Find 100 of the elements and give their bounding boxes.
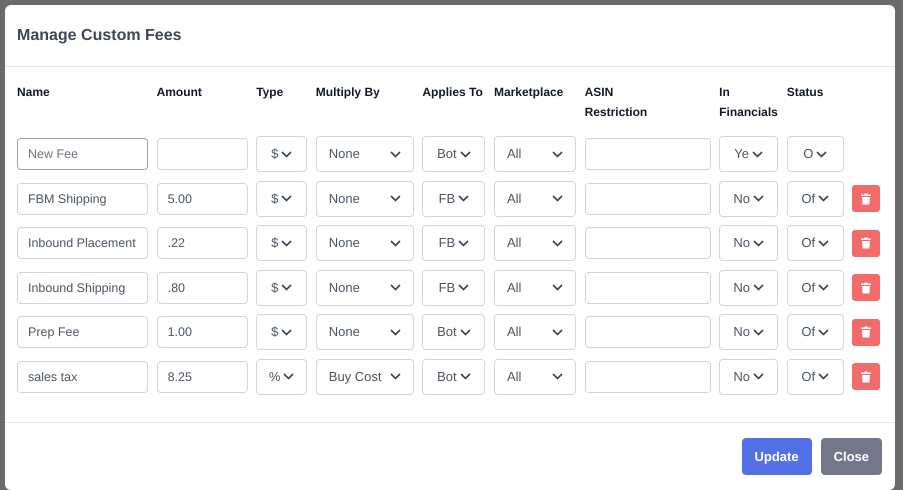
text-field[interactable]: 8.25	[156, 360, 248, 392]
text-field[interactable]: New Fee	[17, 138, 148, 170]
chevron-down-icon	[458, 240, 470, 246]
trash-icon	[861, 237, 872, 249]
chevron-down-icon	[390, 328, 401, 336]
text-field[interactable]	[584, 182, 711, 214]
chevron-down-icon	[816, 150, 828, 158]
chevron-down-icon	[752, 195, 764, 202]
trash-icon	[861, 370, 872, 382]
text-field[interactable]: Inbound Placement	[17, 227, 148, 259]
text-field[interactable]	[584, 138, 711, 170]
chevron-down-icon	[552, 240, 563, 246]
text-field[interactable]: .22	[156, 227, 248, 259]
text-field[interactable]: FBM Shipping	[17, 182, 148, 214]
text-field[interactable]	[584, 272, 711, 304]
select-dropdown[interactable]: FB	[422, 180, 486, 216]
chevron-down-icon	[460, 328, 471, 336]
select-dropdown[interactable]: None	[316, 225, 414, 261]
text-field[interactable]: 1.00	[156, 316, 248, 348]
chevron-down-icon	[390, 150, 401, 158]
select-dropdown[interactable]: FB	[422, 270, 486, 306]
select-dropdown[interactable]: No	[719, 180, 778, 216]
chevron-down-icon	[552, 150, 563, 158]
delete-button[interactable]	[852, 274, 880, 301]
select-dropdown[interactable]: All	[494, 358, 576, 394]
select-dropdown[interactable]: No	[719, 358, 778, 394]
select-dropdown[interactable]: %	[256, 358, 308, 394]
select-dropdown[interactable]: $	[256, 180, 308, 216]
text-field[interactable]: Prep Fee	[17, 316, 148, 348]
select-dropdown[interactable]: $	[256, 270, 308, 306]
select-dropdown[interactable]: Bot	[422, 136, 486, 172]
text-field[interactable]: .80	[156, 272, 248, 304]
chevron-down-icon	[390, 195, 401, 202]
select-dropdown[interactable]: All	[494, 180, 576, 216]
chevron-down-icon	[752, 284, 764, 291]
select-dropdown[interactable]: No	[719, 314, 778, 350]
text-field[interactable]	[584, 360, 711, 392]
chevron-down-icon	[752, 150, 764, 158]
text-field[interactable]	[584, 316, 711, 348]
delete-button[interactable]	[852, 230, 880, 256]
chevron-down-icon	[818, 195, 830, 202]
column-header: In Financials	[719, 84, 778, 121]
chevron-down-icon	[458, 195, 470, 202]
select-dropdown[interactable]: $	[256, 314, 308, 350]
select-dropdown[interactable]: $	[256, 225, 308, 261]
chevron-down-icon	[460, 150, 471, 158]
text-field[interactable]: Inbound Shipping	[17, 272, 148, 304]
delete-button[interactable]	[852, 185, 880, 212]
text-field[interactable]: 5.00	[156, 182, 248, 214]
select-dropdown[interactable]: Bot	[422, 314, 486, 350]
select-dropdown[interactable]: None	[316, 136, 414, 172]
chevron-down-icon	[552, 284, 563, 291]
select-dropdown[interactable]: None	[316, 180, 414, 216]
select-dropdown[interactable]: Bot	[422, 358, 486, 394]
text-field[interactable]: sales tax	[17, 360, 148, 392]
select-dropdown[interactable]: All	[494, 136, 576, 172]
select-dropdown[interactable]: Of	[786, 180, 844, 216]
chevron-down-icon	[552, 195, 563, 202]
text-field[interactable]	[584, 227, 711, 259]
select-dropdown[interactable]: None	[316, 314, 414, 350]
select-dropdown[interactable]: All	[494, 270, 576, 306]
trash-icon	[861, 282, 872, 294]
close-button[interactable]: Close	[820, 438, 882, 475]
select-dropdown[interactable]: Buy Cost	[316, 358, 414, 394]
chevron-down-icon	[818, 328, 830, 336]
chevron-down-icon	[281, 195, 292, 202]
update-button[interactable]: Update	[742, 438, 812, 475]
select-dropdown[interactable]: None	[316, 270, 414, 306]
select-dropdown[interactable]: All	[494, 314, 576, 350]
column-header: Amount	[156, 84, 203, 101]
column-header: ASIN Restriction	[584, 84, 648, 121]
chevron-down-icon	[281, 284, 292, 291]
chevron-down-icon	[458, 284, 470, 291]
select-dropdown[interactable]: Of	[786, 225, 844, 261]
delete-button[interactable]	[852, 363, 880, 390]
chevron-down-icon	[390, 240, 401, 246]
delete-button[interactable]	[852, 318, 880, 346]
select-dropdown[interactable]: No	[719, 270, 778, 306]
column-header: Type	[256, 84, 284, 101]
column-header: Multiply By	[316, 84, 381, 101]
dialog-title: Manage Custom Fees	[17, 26, 182, 46]
chevron-down-icon	[552, 328, 563, 336]
select-dropdown[interactable]: Of	[786, 358, 844, 394]
column-header: Marketplace	[494, 84, 564, 101]
select-dropdown[interactable]: No	[719, 225, 778, 261]
select-dropdown[interactable]: O	[786, 136, 844, 172]
text-field[interactable]	[156, 138, 248, 170]
select-dropdown[interactable]: $	[256, 136, 308, 172]
select-dropdown[interactable]: Of	[786, 270, 844, 306]
chevron-down-icon	[752, 373, 764, 380]
select-dropdown[interactable]: FB	[422, 225, 486, 261]
chevron-down-icon	[281, 328, 292, 336]
chevron-down-icon	[390, 284, 401, 291]
chevron-down-icon	[818, 284, 830, 291]
chevron-down-icon	[281, 240, 292, 246]
select-dropdown[interactable]: All	[494, 225, 576, 261]
select-dropdown[interactable]: Ye	[719, 136, 778, 172]
chevron-down-icon	[281, 150, 292, 158]
select-dropdown[interactable]: Of	[786, 314, 844, 350]
chevron-down-icon	[552, 373, 563, 380]
